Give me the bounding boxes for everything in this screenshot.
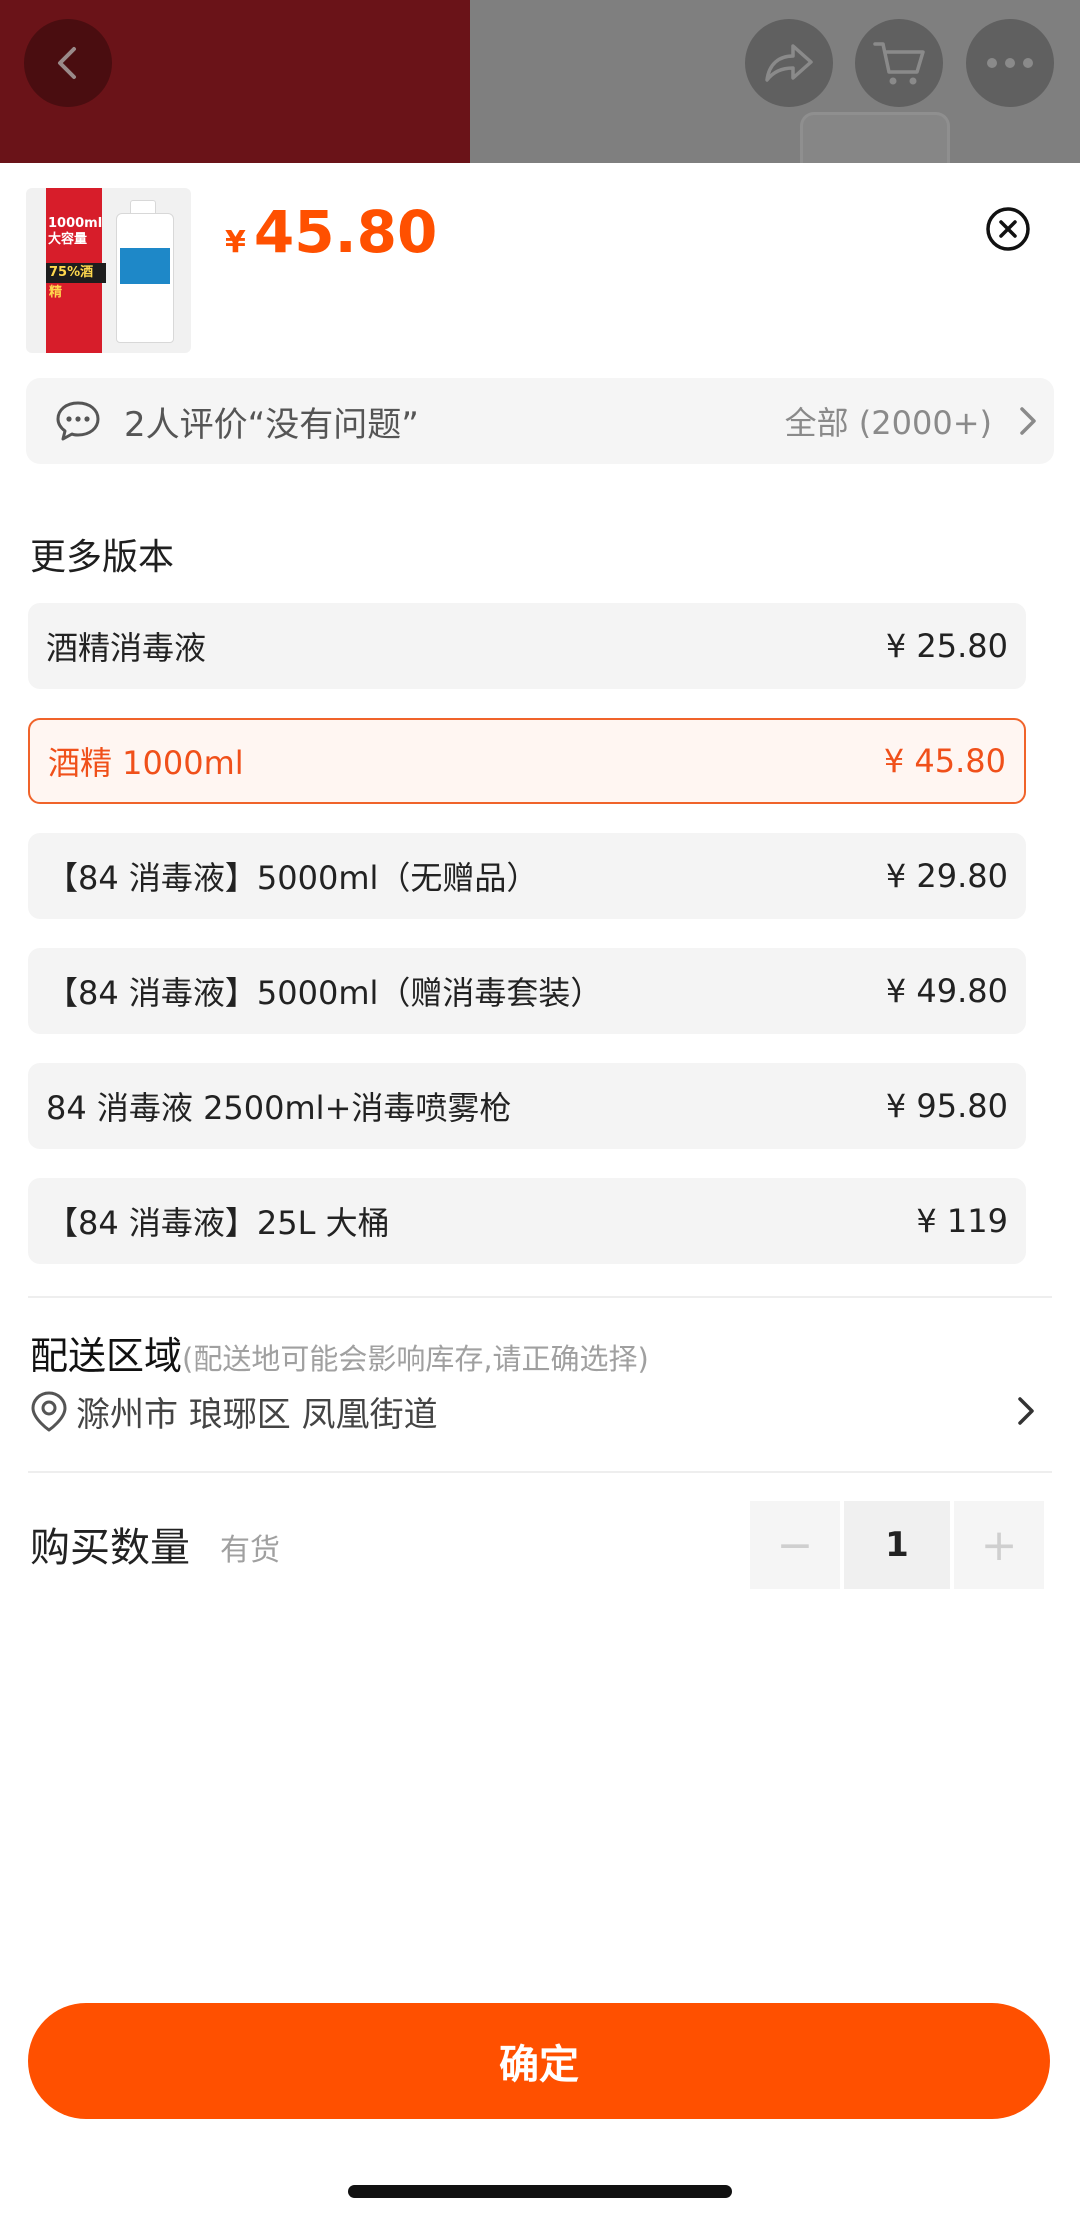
version-price: ¥ 95.80	[885, 1087, 1008, 1125]
delivery-address: 滁州市 琅琊区 凤凰街道	[76, 1394, 438, 1435]
currency-symbol: ¥	[225, 225, 246, 260]
quantity-stepper: − 1 +	[750, 1501, 1044, 1589]
version-name: 酒精 1000ml	[48, 744, 244, 782]
version-option[interactable]: 【84 消毒液】25L 大桶 ¥ 119	[28, 1178, 1026, 1264]
version-option-selected[interactable]: 酒精 1000ml ¥ 45.80	[28, 718, 1026, 804]
more-button[interactable]	[966, 19, 1054, 107]
sku-selector-sheet: 1000ml 大容量 75%酒精 ¥ 45.80 2人评价“没有问题” 全部 (2…	[0, 163, 1080, 2224]
delivery-title: 配送区域	[30, 1334, 183, 1378]
more-icon	[987, 58, 1033, 68]
version-name: 【84 消毒液】25L 大桶	[46, 1204, 390, 1242]
review-summary-bar[interactable]: 2人评价“没有问题” 全部 (2000+)	[26, 378, 1054, 464]
decrement-button[interactable]: −	[750, 1501, 840, 1589]
version-option[interactable]: 酒精消毒液 ¥ 25.80	[28, 603, 1026, 689]
top-bar	[0, 0, 1080, 163]
version-price: ¥ 119	[916, 1202, 1008, 1240]
chevron-left-icon	[58, 47, 76, 79]
version-option[interactable]: 84 消毒液 2500ml+消毒喷雾枪 ¥ 95.80	[28, 1063, 1026, 1149]
product-thumbnail[interactable]: 1000ml 大容量 75%酒精	[26, 188, 191, 353]
price-value: 45.80	[253, 198, 438, 266]
quantity-value[interactable]: 1	[844, 1501, 950, 1589]
versions-title: 更多版本	[30, 537, 175, 578]
review-text: 2人评价“没有问题”	[124, 404, 419, 445]
version-price: ¥ 45.80	[883, 742, 1006, 780]
divider	[28, 1296, 1052, 1298]
increment-button[interactable]: +	[954, 1501, 1044, 1589]
version-name: 【84 消毒液】5000ml（赠消毒套装）	[46, 974, 603, 1012]
quantity-label: 购买数量	[30, 1525, 190, 1571]
version-name: 【84 消毒液】5000ml（无赠品）	[46, 859, 539, 897]
version-name: 酒精消毒液	[46, 629, 207, 667]
version-option[interactable]: 【84 消毒液】5000ml（赠消毒套装） ¥ 49.80	[28, 948, 1026, 1034]
home-indicator	[348, 2185, 732, 2198]
chevron-right-icon	[1020, 407, 1036, 435]
share-button[interactable]	[745, 19, 833, 107]
cart-button[interactable]	[855, 19, 943, 107]
thumbnail-bottle-label	[120, 248, 170, 284]
version-price: ¥ 49.80	[885, 972, 1008, 1010]
delivery-note: (配送地可能会影响库存,请正确选择)	[182, 1342, 649, 1376]
chat-bubble-icon	[56, 401, 100, 441]
delivery-address-row[interactable]: 滁州市 琅琊区 凤凰街道	[28, 1381, 1038, 1441]
share-icon	[765, 44, 813, 82]
confirm-button[interactable]: 确定	[28, 2003, 1050, 2119]
back-button[interactable]	[24, 19, 112, 107]
product-price: ¥ 45.80	[225, 198, 437, 266]
version-option[interactable]: 【84 消毒液】5000ml（无赠品） ¥ 29.80	[28, 833, 1026, 919]
version-price: ¥ 25.80	[885, 627, 1008, 665]
delivery-heading: 配送区域 (配送地可能会影响库存,请正确选择)	[30, 1325, 649, 1380]
close-button[interactable]	[984, 205, 1032, 253]
product-image-backdrop-bottle	[800, 112, 950, 163]
version-price: ¥ 29.80	[885, 857, 1008, 895]
divider	[28, 1471, 1052, 1473]
cart-icon	[873, 42, 925, 85]
version-name: 84 消毒液 2500ml+消毒喷雾枪	[46, 1089, 512, 1127]
close-icon	[986, 207, 1030, 251]
stock-status: 有货	[220, 1533, 280, 1568]
location-pin-icon	[31, 1391, 67, 1432]
thumbnail-text-alcohol: 75%酒精	[46, 263, 106, 300]
chevron-right-icon	[1018, 1397, 1034, 1425]
review-all-link[interactable]: 全部 (2000+)	[785, 398, 992, 444]
thumbnail-text-volume: 1000ml 大容量	[48, 216, 103, 247]
